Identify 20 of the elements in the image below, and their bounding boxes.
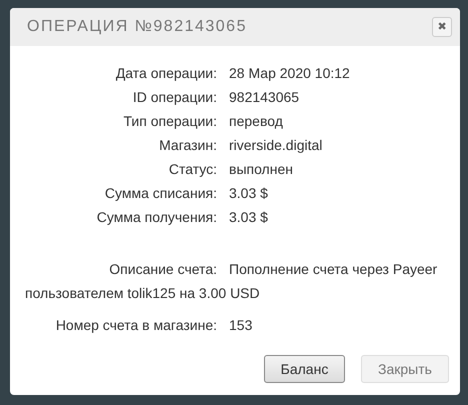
field-value: riverside.digital (229, 137, 322, 153)
field-label: Статус: (168, 161, 217, 177)
field-label: Сумма списания: (104, 185, 217, 201)
field-value: 28 Мар 2020 10:12 (229, 65, 350, 81)
invoice-detail: Номер счета в магазине: 153 (54, 316, 254, 335)
field-label: Магазин: (158, 137, 217, 153)
balance-button[interactable]: Баланс (264, 355, 345, 383)
dialog-title: ОПЕРАЦИЯ №982143065 (27, 18, 247, 36)
close-button[interactable]: ✖ (432, 17, 452, 37)
field-label: Сумма получения: (96, 209, 217, 225)
invoice-detail: Описание счета: Пополнение счета через Payeer пользователем tolik125 на 3.00 USD (25, 260, 438, 303)
field-value: 982143065 (229, 89, 300, 105)
close-dialog-button[interactable]: Закрыть (361, 355, 449, 383)
field-value: перевод (229, 113, 283, 129)
field-value: 3.03 $ (229, 209, 268, 225)
field-label: ID операции: (132, 89, 217, 105)
field-value: выполнен (229, 161, 293, 177)
field-label: Дата операции: (114, 65, 217, 81)
field-value: 3.03 $ (229, 185, 268, 201)
field-label: Тип операции: (122, 113, 217, 129)
